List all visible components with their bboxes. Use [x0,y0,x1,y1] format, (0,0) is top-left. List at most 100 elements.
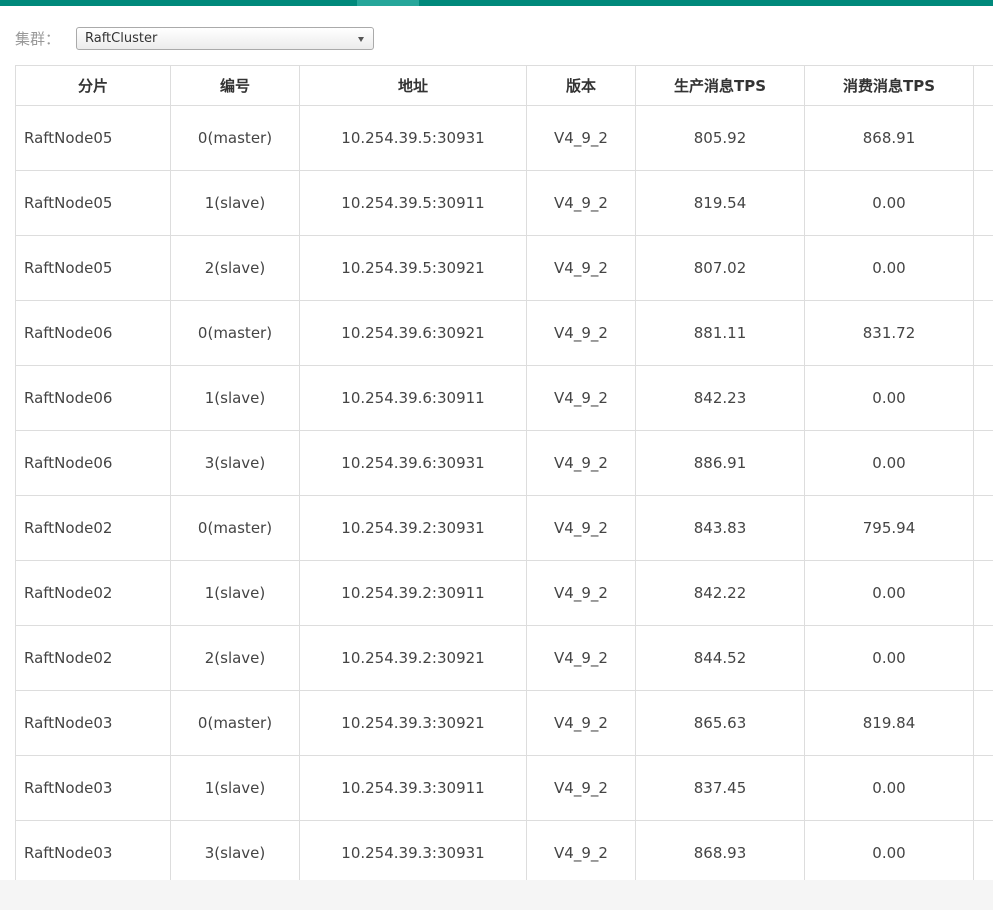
cell-more [973,235,993,301]
cell-more [973,755,993,821]
cell-more [973,820,993,886]
table-row: RaftNode02 0(master) 10.254.39.2:30931 V4_9… [15,495,993,561]
header-more [973,65,993,106]
header-produce-tps: 生产消息TPS [635,65,805,106]
bottom-strip [0,880,993,910]
header-consume-tps: 消费消息TPS [804,65,974,106]
cell-number: 0(master) [170,690,300,756]
header-shard: 分片 [15,65,171,106]
table-body: RaftNode05 0(master) 10.254.39.5:30931 V4_9… [15,105,993,886]
cell-version: V4_9_2 [526,105,636,171]
cell-address: 10.254.39.5:30931 [299,105,527,171]
cell-number: 2(slave) [170,625,300,691]
cell-more [973,105,993,171]
cell-address: 10.254.39.2:30931 [299,495,527,561]
cell-version: V4_9_2 [526,820,636,886]
cell-number: 1(slave) [170,170,300,236]
cell-number: 3(slave) [170,820,300,886]
cell-number: 1(slave) [170,365,300,431]
cell-produce-tps: 819.54 [635,170,805,236]
cell-consume-tps: 0.00 [804,755,974,821]
table-row: RaftNode05 0(master) 10.254.39.5:30931 V4_9… [15,105,993,171]
cluster-filter: 集群： RaftCluster [15,26,374,51]
table-row: RaftNode06 0(master) 10.254.39.6:30921 V4_9… [15,300,993,366]
broker-table: 分片 编号 地址 版本 生产消息TPS 消费消息TPS RaftNode05 0(… [15,65,993,886]
cell-version: V4_9_2 [526,755,636,821]
table-row: RaftNode03 0(master) 10.254.39.3:30921 V4_9… [15,690,993,756]
cell-version: V4_9_2 [526,365,636,431]
cell-version: V4_9_2 [526,560,636,626]
table-row: RaftNode02 2(slave) 10.254.39.2:30921 V4_9_… [15,625,993,691]
cell-shard: RaftNode02 [15,625,171,691]
cell-address: 10.254.39.5:30911 [299,170,527,236]
cell-address: 10.254.39.3:30921 [299,690,527,756]
cell-more [973,300,993,366]
table-row: RaftNode02 1(slave) 10.254.39.2:30911 V4_9_… [15,560,993,626]
cell-version: V4_9_2 [526,625,636,691]
cell-shard: RaftNode03 [15,690,171,756]
cell-consume-tps: 831.72 [804,300,974,366]
cell-address: 10.254.39.6:30921 [299,300,527,366]
cell-produce-tps: 881.11 [635,300,805,366]
header-version: 版本 [526,65,636,106]
cell-produce-tps: 886.91 [635,430,805,496]
cell-address: 10.254.39.5:30921 [299,235,527,301]
cell-address: 10.254.39.2:30911 [299,560,527,626]
cell-number: 0(master) [170,300,300,366]
cell-number: 0(master) [170,105,300,171]
cell-consume-tps: 0.00 [804,820,974,886]
cell-produce-tps: 805.92 [635,105,805,171]
cell-more [973,430,993,496]
table-header-row: 分片 编号 地址 版本 生产消息TPS 消费消息TPS [15,65,993,106]
cell-shard: RaftNode06 [15,365,171,431]
cell-version: V4_9_2 [526,300,636,366]
header-number: 编号 [170,65,300,106]
cell-number: 3(slave) [170,430,300,496]
cell-shard: RaftNode03 [15,820,171,886]
cell-consume-tps: 795.94 [804,495,974,561]
cell-number: 2(slave) [170,235,300,301]
cell-address: 10.254.39.3:30931 [299,820,527,886]
table-row: RaftNode06 3(slave) 10.254.39.6:30931 V4_9_… [15,430,993,496]
cell-shard: RaftNode05 [15,170,171,236]
cell-consume-tps: 0.00 [804,235,974,301]
chevron-down-icon [358,37,364,42]
cell-shard: RaftNode02 [15,495,171,561]
cell-produce-tps: 865.63 [635,690,805,756]
cell-shard: RaftNode05 [15,235,171,301]
cell-address: 10.254.39.3:30911 [299,755,527,821]
cell-number: 1(slave) [170,560,300,626]
cluster-select[interactable]: RaftCluster [76,27,374,50]
cell-produce-tps: 807.02 [635,235,805,301]
cell-shard: RaftNode06 [15,300,171,366]
cell-produce-tps: 842.22 [635,560,805,626]
cell-produce-tps: 844.52 [635,625,805,691]
cell-consume-tps: 0.00 [804,625,974,691]
cell-more [973,365,993,431]
cell-consume-tps: 868.91 [804,105,974,171]
cell-version: V4_9_2 [526,235,636,301]
cell-consume-tps: 0.00 [804,560,974,626]
cluster-select-value: RaftCluster [85,31,158,46]
cell-consume-tps: 0.00 [804,170,974,236]
header-address: 地址 [299,65,527,106]
cell-produce-tps: 843.83 [635,495,805,561]
cell-number: 1(slave) [170,755,300,821]
cell-version: V4_9_2 [526,430,636,496]
cell-consume-tps: 819.84 [804,690,974,756]
cell-address: 10.254.39.2:30921 [299,625,527,691]
cell-number: 0(master) [170,495,300,561]
cell-more [973,690,993,756]
broker-table-container[interactable]: 分片 编号 地址 版本 生产消息TPS 消费消息TPS RaftNode05 0(… [15,65,993,890]
cell-produce-tps: 837.45 [635,755,805,821]
cell-consume-tps: 0.00 [804,365,974,431]
cell-more [973,495,993,561]
cell-more [973,170,993,236]
cell-version: V4_9_2 [526,170,636,236]
cell-more [973,560,993,626]
cell-consume-tps: 0.00 [804,430,974,496]
cell-shard: RaftNode02 [15,560,171,626]
cell-version: V4_9_2 [526,495,636,561]
table-row: RaftNode05 1(slave) 10.254.39.5:30911 V4_9_… [15,170,993,236]
table-row: RaftNode06 1(slave) 10.254.39.6:30911 V4_9_… [15,365,993,431]
